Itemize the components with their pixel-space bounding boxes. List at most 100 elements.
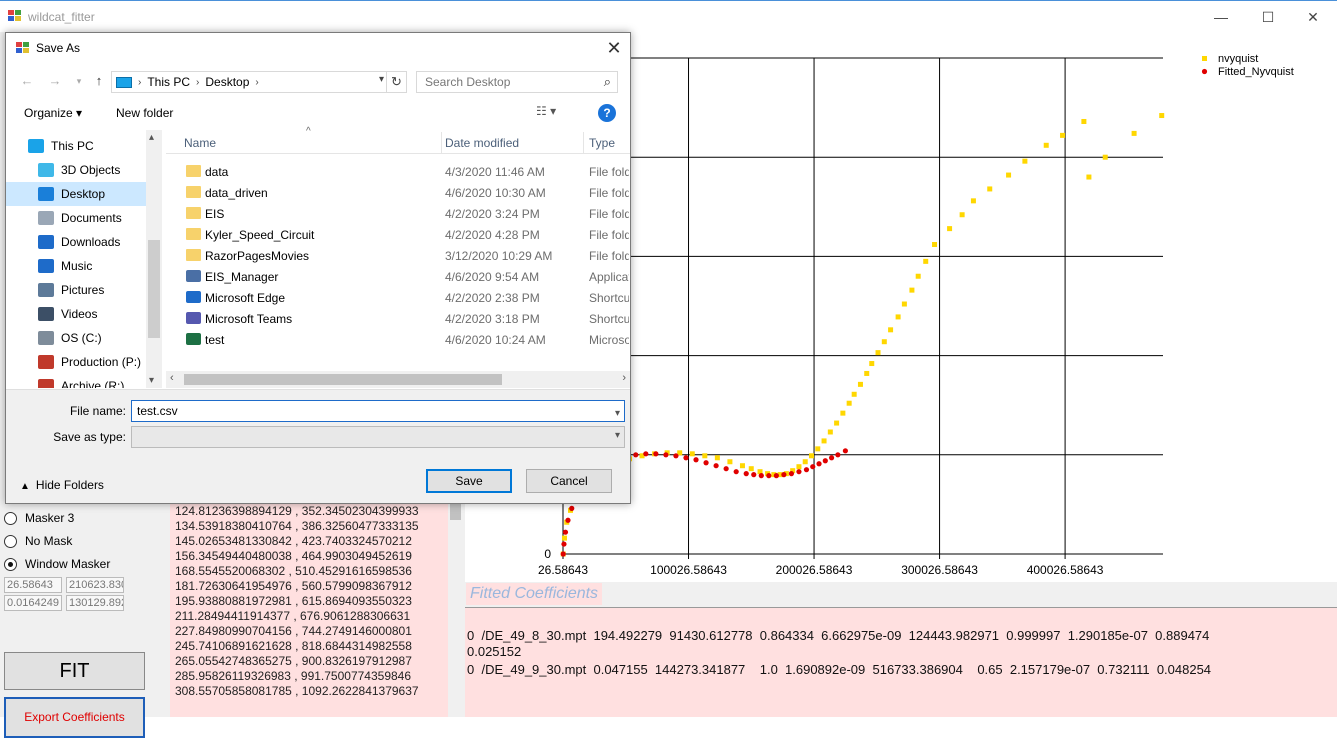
scrollbar-thumb[interactable] <box>148 240 160 338</box>
file-row[interactable]: data 4/3/2020 11:46 AM File folder <box>166 161 630 182</box>
scrollbar-thumb[interactable] <box>184 374 502 385</box>
fitted-nyvquist-point <box>835 452 841 458</box>
breadcrumb-separator-icon[interactable]: › <box>196 77 199 88</box>
help-icon[interactable]: ? <box>598 104 616 122</box>
nav-item-label: Archive (R:) <box>61 379 125 388</box>
file-name-dropdown-icon[interactable]: ▾ <box>615 404 620 424</box>
maximize-button[interactable]: ☐ <box>1245 5 1291 29</box>
nav-item-videos[interactable]: Videos <box>6 302 146 326</box>
file-row[interactable]: EIS 4/2/2020 3:24 PM File folder <box>166 203 630 224</box>
new-folder-button[interactable]: New folder <box>116 106 173 120</box>
nvyquist-point <box>915 273 921 279</box>
scroll-up-icon[interactable]: ▴ <box>149 132 154 143</box>
breadcrumb-this-pc[interactable]: This PC <box>147 75 190 89</box>
nav-item-pictures[interactable]: Pictures <box>6 278 146 302</box>
nav-item-archive-r[interactable]: Archive (R:) <box>6 374 146 388</box>
scroll-right-icon[interactable]: › <box>622 372 626 384</box>
dialog-close-button[interactable]: ✕ <box>604 37 624 59</box>
view-options-button[interactable]: ☷ ▾ <box>536 104 556 118</box>
coefficient-input[interactable]: 0.0164249 <box>4 595 62 611</box>
file-row[interactable]: Microsoft Edge 4/2/2020 2:38 PM Shortcut <box>166 287 630 308</box>
coefficient-input[interactable]: 26.58643 <box>4 577 62 593</box>
up-arrow-icon[interactable]: ↑ <box>90 72 108 90</box>
scroll-down-icon[interactable]: ▾ <box>149 375 154 386</box>
radio-window-masker[interactable]: Window Masker <box>4 556 110 572</box>
cancel-button[interactable]: Cancel <box>526 469 612 493</box>
column-divider[interactable] <box>441 132 442 154</box>
data-line: 308.55705858081785 , 1092.2622841379637 <box>175 684 419 698</box>
nav-item-os-c[interactable]: OS (C:) <box>6 326 146 350</box>
nav-item-desktop[interactable]: Desktop <box>6 182 146 206</box>
radio-button[interactable] <box>4 557 17 571</box>
file-row[interactable]: data_driven 4/6/2020 10:30 AM File folder <box>166 182 630 203</box>
save-button[interactable]: Save <box>426 469 512 493</box>
file-name-input[interactable]: test.csv ▾ <box>131 400 625 422</box>
scroll-left-icon[interactable]: ‹ <box>170 372 174 384</box>
organize-menu[interactable]: Organize ▾ <box>24 106 82 120</box>
nav-item-downloads[interactable]: Downloads <box>6 230 146 254</box>
fitted-nyvquist-point <box>723 466 729 472</box>
back-arrow-icon[interactable]: ← <box>18 72 36 90</box>
nvyquist-point <box>864 370 870 376</box>
column-divider[interactable] <box>583 132 584 154</box>
fitted-nyvquist-point <box>822 458 828 464</box>
nav-item-3d-objects[interactable]: 3D Objects <box>6 158 146 182</box>
minimize-button[interactable]: — <box>1198 5 1244 29</box>
data-line: 227.84980990704156 , 744.2749146000801 <box>175 624 412 638</box>
fitted-nyvquist-point <box>758 473 764 479</box>
navigation-pane-scrollbar[interactable]: ▴ ▾ <box>146 130 162 388</box>
file-row[interactable]: test 4/6/2020 10:24 AM Microsoft <box>166 329 630 350</box>
save-as-type-select[interactable]: ▾ <box>131 426 625 448</box>
dialog-title: Save As <box>36 41 81 55</box>
nav-item-label: Production (P:) <box>61 355 142 369</box>
data-list[interactable]: 107.42702038546067 , 203.452124544626161… <box>170 480 463 717</box>
breadcrumb-desktop[interactable]: Desktop <box>205 75 249 89</box>
coefficient-line: 0 /DE_49_8_30.mpt 194.492279 91430.61277… <box>467 628 1210 643</box>
save-as-type-dropdown-icon[interactable]: ▾ <box>615 430 620 441</box>
forward-arrow-icon[interactable]: → <box>46 72 64 90</box>
coefficient-input[interactable]: 210623.830 <box>66 577 124 593</box>
fitted-nyvquist-point <box>703 460 709 466</box>
file-row[interactable]: Microsoft Teams 4/2/2020 3:18 PM Shortcut <box>166 308 630 329</box>
fitted-nyvquist-point <box>713 463 719 469</box>
column-type[interactable]: Type <box>589 136 615 150</box>
nav-item-this-pc[interactable]: This PC <box>6 134 146 158</box>
address-dropdown-icon[interactable]: ▾ <box>379 74 384 85</box>
app-window: wildcat_fitter — ☐ ✕ Masker 3 No Mask Wind… <box>0 0 1337 738</box>
nvyquist-point <box>1131 130 1137 136</box>
data-list-scrollbar[interactable] <box>448 480 463 717</box>
nvyquist-point <box>739 463 745 469</box>
column-name[interactable]: Name <box>184 136 216 150</box>
close-button[interactable]: ✕ <box>1290 5 1336 29</box>
nav-item-music[interactable]: Music <box>6 254 146 278</box>
y-tick-label: 0 <box>544 547 551 561</box>
video-icon <box>38 307 54 321</box>
address-bar[interactable]: › This PC › Desktop › ▾ ↻ <box>111 71 407 93</box>
coefficient-input[interactable]: 130129.892 <box>66 595 124 611</box>
breadcrumb-separator-icon[interactable]: › <box>138 77 141 88</box>
radio-no-mask[interactable]: No Mask <box>4 533 72 549</box>
file-row[interactable]: RazorPagesMovies 3/12/2020 10:29 AM File f… <box>166 245 630 266</box>
recent-chevron-icon[interactable]: ▾ <box>70 72 88 90</box>
refresh-icon[interactable]: ↻ <box>386 72 406 92</box>
fitted-coefficients-panel[interactable]: 0 /DE_49_8_30.mpt 194.492279 91430.61277… <box>465 607 1337 717</box>
column-date-modified[interactable]: Date modified <box>445 136 519 150</box>
radio-button[interactable] <box>4 511 17 525</box>
file-row[interactable]: Kyler_Speed_Circuit 4/2/2020 4:28 PM File … <box>166 224 630 245</box>
nav-item-production-p[interactable]: Production (P:) <box>6 350 146 374</box>
search-input[interactable]: Search Desktop ⌕ <box>416 71 618 93</box>
nvyquist-point <box>1159 113 1165 119</box>
radio-masker-3[interactable]: Masker 3 <box>4 510 74 526</box>
hide-folders-button[interactable]: ▲ Hide Folders <box>20 478 104 492</box>
file-list-hscrollbar[interactable]: ‹ › <box>166 371 630 388</box>
radio-button[interactable] <box>4 534 17 548</box>
fit-button[interactable]: FIT <box>4 652 145 690</box>
file-row[interactable]: EIS_Manager 4/6/2020 9:54 AM Application <box>166 266 630 287</box>
export-coefficients-button[interactable]: Export Coefficients <box>4 697 145 738</box>
app-title: wildcat_fitter <box>28 10 95 24</box>
nav-item-documents[interactable]: Documents <box>6 206 146 230</box>
fitted-nyvquist-point <box>653 451 659 457</box>
network-drive-icon <box>38 355 54 369</box>
fitted-nyvquist-point <box>569 505 575 511</box>
breadcrumb-separator-icon[interactable]: › <box>255 77 258 88</box>
